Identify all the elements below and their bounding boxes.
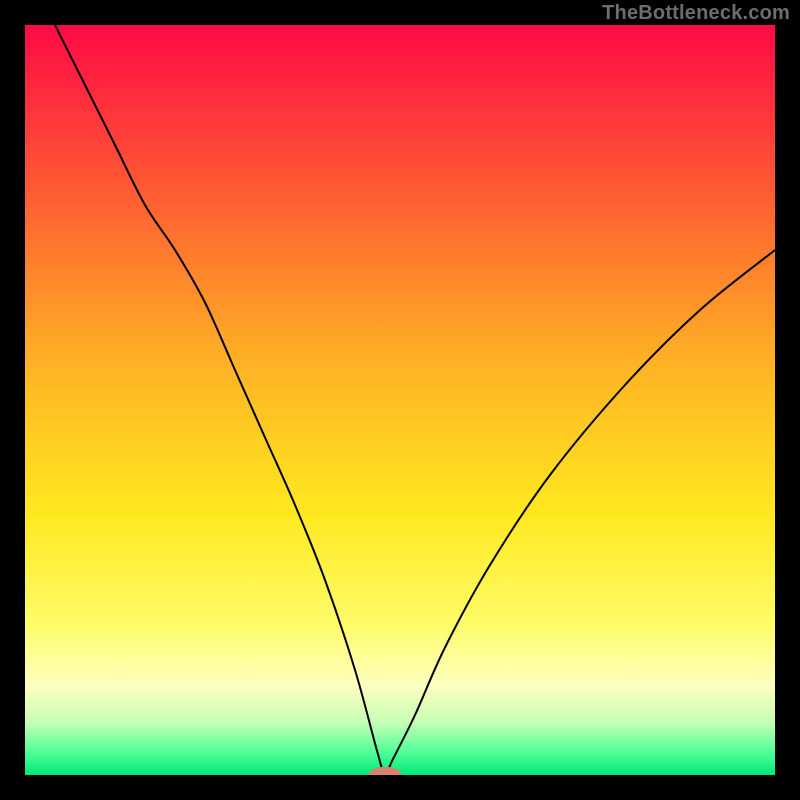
bottleneck-plot: [25, 25, 775, 775]
gradient-background: [25, 25, 775, 775]
chart-frame: TheBottleneck.com: [0, 0, 800, 800]
watermark-text: TheBottleneck.com: [602, 2, 790, 25]
